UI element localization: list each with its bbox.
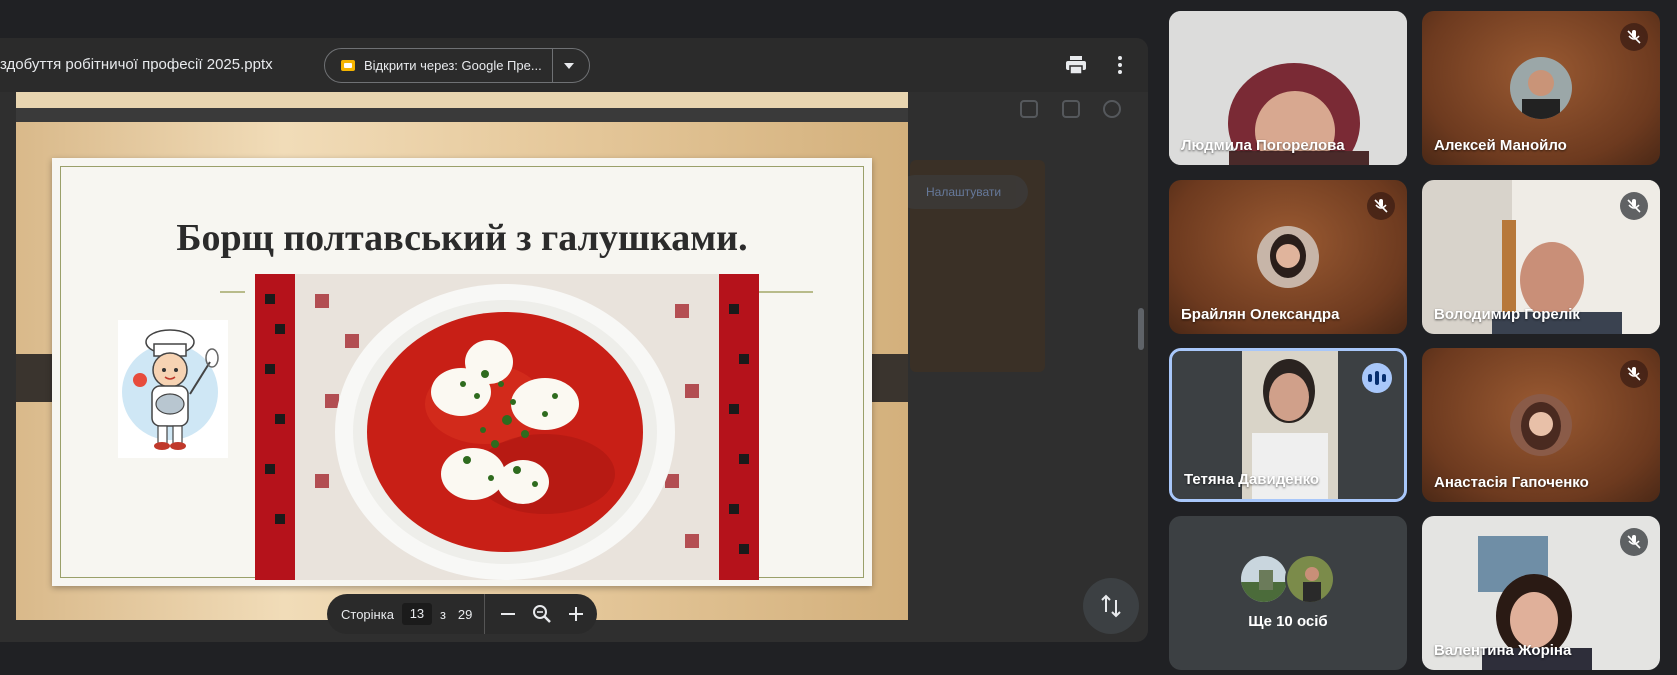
participant-name: Тетяна Давиденко: [1184, 471, 1320, 488]
avatar: [1285, 554, 1335, 604]
slide-content: Борщ полтавський з галушками.: [52, 158, 872, 586]
chevron-down-icon[interactable]: [563, 62, 574, 69]
borscht-photo: [255, 274, 759, 580]
swap-layout-button[interactable]: [1083, 578, 1139, 634]
divider: [484, 594, 486, 634]
participant-name: Володимир Горелік: [1434, 306, 1580, 323]
participant-name: Анастасія Гапоченко: [1434, 474, 1589, 491]
print-icon[interactable]: [1066, 56, 1086, 74]
zoom-out-button[interactable]: [495, 601, 521, 627]
more-vert-icon[interactable]: [1112, 55, 1128, 75]
page-controls: Сторінка 13 з 29: [327, 594, 597, 634]
zoom-in-button[interactable]: [563, 601, 589, 627]
slide-gap: [16, 108, 908, 122]
participant-name: Алексей Манойло: [1434, 137, 1567, 154]
gear-icon: [1103, 100, 1121, 118]
chef-illustration: [118, 320, 228, 458]
participant-tile[interactable]: Людмила Погорелова: [1169, 11, 1407, 165]
mic-off-icon: [1620, 23, 1648, 51]
mic-off-icon: [1367, 192, 1395, 220]
participant-tile[interactable]: Брайлян Олександра: [1169, 180, 1407, 334]
slide-title: Борщ полтавський з галушками.: [176, 217, 748, 259]
mic-off-icon: [1620, 192, 1648, 220]
swap-vert-icon: [1101, 594, 1121, 618]
participant-name: Людмила Погорелова: [1181, 137, 1345, 154]
more-participants-tile[interactable]: Ще 10 осіб: [1169, 516, 1407, 670]
page-total: 29: [457, 606, 473, 622]
open-with-button[interactable]: Відкрити через: Google Пре...: [324, 48, 590, 83]
scrollbar[interactable]: [1138, 308, 1144, 350]
participant-name: Валентина Жоріна: [1434, 642, 1572, 659]
page-label: Сторінка: [341, 606, 394, 622]
participant-tile[interactable]: Валентина Жоріна: [1422, 516, 1660, 670]
viewer-toolbar: здобуття робітничої професії 2025.pptx В…: [0, 38, 1148, 92]
participant-name: Брайлян Олександра: [1181, 306, 1340, 323]
meet-window: здобуття робітничої професії 2025.pptx В…: [0, 0, 1677, 675]
divider: [551, 48, 553, 83]
page-of-label: з: [439, 606, 446, 622]
open-with-label: Відкрити через: Google Пре...: [364, 58, 542, 73]
background-settings-chip: Налаштувати: [898, 175, 1028, 209]
page-number-input[interactable]: 13: [401, 603, 432, 625]
avatar: [1510, 57, 1572, 119]
google-slides-icon: [341, 60, 355, 71]
participant-tile[interactable]: Алексей Манойло: [1422, 11, 1660, 165]
participant-tile[interactable]: Володимир Горелік: [1422, 180, 1660, 334]
participant-tile[interactable]: Анастасія Гапоченко: [1422, 348, 1660, 502]
more-participants-label: Ще 10 осіб: [1248, 613, 1328, 630]
presentation-viewer: здобуття робітничої професії 2025.pptx В…: [0, 38, 1148, 642]
zoom-icon[interactable]: [529, 601, 555, 627]
drive-icon: [1062, 100, 1080, 118]
camera-icon: [1020, 100, 1038, 118]
title-rule-left: [220, 291, 245, 293]
slide: Борщ полтавський з галушками.: [16, 122, 908, 620]
avatar: [1257, 226, 1319, 288]
mic-off-icon: [1620, 360, 1648, 388]
avatar: [1239, 554, 1289, 604]
avatar: [1510, 394, 1572, 456]
mic-off-icon: [1620, 528, 1648, 556]
participant-tile-active-speaker[interactable]: Тетяна Давиденко: [1169, 348, 1407, 502]
speaking-indicator-icon: [1362, 363, 1392, 393]
previous-slide-edge: [16, 92, 908, 108]
file-name: здобуття робітничої професії 2025.pptx: [0, 56, 273, 73]
